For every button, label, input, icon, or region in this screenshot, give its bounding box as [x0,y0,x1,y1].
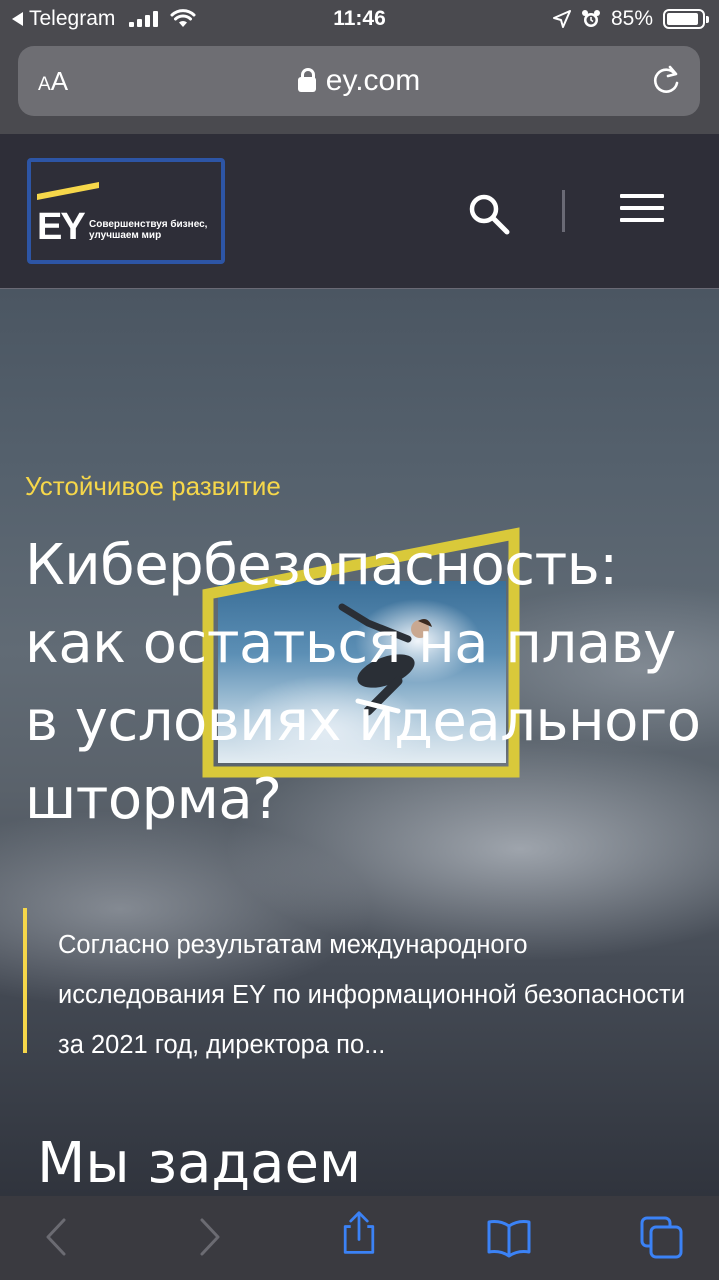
forward-icon[interactable] [186,1214,232,1260]
reload-icon[interactable] [648,63,684,99]
hero-banner: Устойчивое развитие Кибербезопасность: к… [0,289,719,1196]
site-header: EY Совершенствуя бизнес, улучшаем мир [0,134,719,289]
ey-logo[interactable]: EY Совершенствуя бизнес, улучшаем мир [27,158,225,264]
battery-icon [663,9,709,29]
lock-icon [297,68,316,92]
status-bar: Telegram 11:46 85% [0,0,719,40]
address-bar[interactable]: AA ey.com [18,46,700,116]
article-title[interactable]: Кибербезопасность: как остаться на плаву… [25,527,715,839]
browser-bottom-toolbar [0,1196,719,1280]
url-display[interactable]: ey.com [18,64,700,98]
alarm-icon [581,10,600,27]
logo-wordmark: EY [37,206,86,248]
status-right: 85% [552,7,709,31]
article-category[interactable]: Устойчивое развитие [25,471,281,502]
battery-percent: 85% [610,7,653,30]
header-divider [562,190,565,232]
article-summary: Согласно результатам международного иссл… [23,908,687,1059]
article-summary-text: Согласно результатам международного иссл… [58,931,685,1059]
logo-beam-icon [37,182,99,200]
location-arrow-icon [552,10,571,28]
browser-top-bar: Telegram 11:46 85% AA ey.com [0,0,719,134]
search-icon[interactable] [465,190,513,238]
back-icon[interactable] [34,1214,80,1260]
bookmarks-icon[interactable] [486,1214,532,1260]
hamburger-menu-icon[interactable] [620,194,664,228]
section-heading: Мы задаем [37,1131,362,1196]
url-text: ey.com [325,64,421,97]
tabs-icon[interactable] [638,1214,684,1260]
logo-tagline: Совершенствуя бизнес, улучшаем мир [89,219,208,241]
share-icon[interactable] [336,1210,382,1256]
safari-screen: Telegram 11:46 85% AA ey.com EY Совершен… [0,0,719,1280]
